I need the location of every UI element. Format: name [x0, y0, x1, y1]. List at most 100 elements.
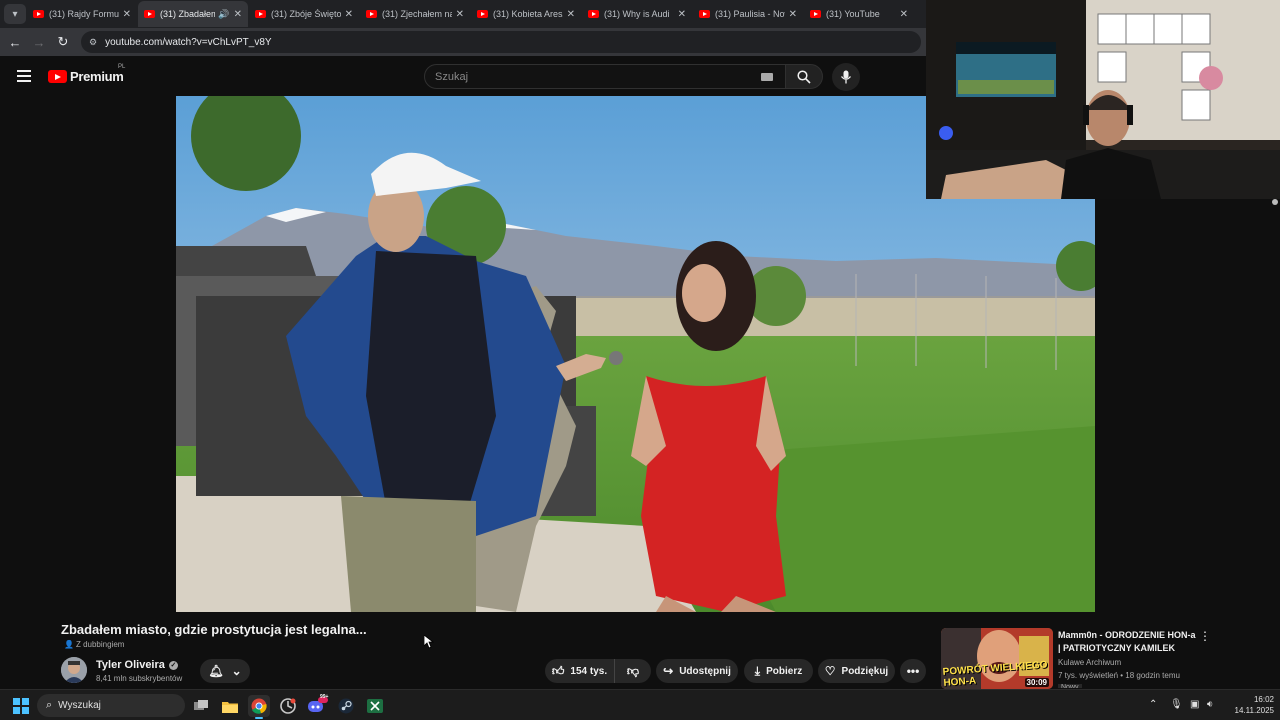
chevron-up-icon[interactable]: ⌃ [1149, 699, 1157, 710]
tab-title: (31) YouTube [826, 9, 880, 19]
youtube-favicon-icon [810, 10, 821, 18]
dubbing-badge: 👤 Z dubbingiem [64, 640, 124, 649]
menu-hamburger-icon[interactable] [17, 70, 31, 82]
speaker-icon[interactable]: 🔊 [218, 9, 229, 20]
network-display-icon[interactable]: ▣ [1190, 699, 1199, 710]
browser-tab[interactable]: (31) Kobieta Aresz ✕ [471, 1, 581, 27]
steam-icon[interactable] [335, 695, 357, 717]
volume-icon[interactable]: 🔉︎ [1207, 699, 1213, 710]
tab-search-chevron-down-icon[interactable]: ▾ [4, 4, 26, 24]
thumbs-up-icon: 👍︎ [551, 663, 565, 678]
microphone-icon [840, 70, 852, 84]
share-button[interactable]: ↪ Udostępnij [656, 659, 738, 683]
search-button[interactable] [785, 64, 823, 89]
thanks-button[interactable]: ♡ Podziękuj [818, 659, 895, 683]
system-clock[interactable]: 16:02 14.11.2025 [1226, 694, 1274, 716]
browser-tab[interactable]: (31) Rajdy Formuły ✕ [27, 1, 137, 27]
more-actions-button[interactable]: ••• [900, 659, 926, 683]
avatar-image [61, 657, 87, 683]
tab-close-icon[interactable]: ✕ [789, 9, 797, 20]
share-label: Udostępnij [679, 665, 731, 677]
youtube-favicon-icon [255, 10, 266, 18]
new-badge: Nowy [1058, 684, 1082, 688]
thumbs-down-icon: 👎︎ [626, 663, 640, 678]
site-info-icon[interactable]: ⚙ [89, 37, 97, 48]
chrome-icon[interactable] [248, 695, 270, 719]
heart-dollar-icon: ♡ [824, 664, 836, 678]
tab-close-icon[interactable]: ✕ [234, 9, 242, 20]
reload-icon[interactable]: ↻ [51, 34, 75, 50]
browser-tab[interactable]: (31) Zjechałem na ✕ [360, 1, 470, 27]
tab-close-icon[interactable]: ✕ [123, 9, 131, 20]
tab-close-icon[interactable]: ✕ [900, 9, 908, 20]
youtube-favicon-icon [699, 10, 710, 18]
notifications-button[interactable]: 🔔︎ ⌄ [200, 659, 250, 683]
youtube-favicon-icon [588, 10, 599, 18]
tab-title: (31) Paulisia - Now [715, 9, 785, 19]
search-icon [797, 69, 811, 84]
channel-name[interactable]: Tyler Oliveira ✓ [96, 659, 178, 671]
channel-name-text: Tyler Oliveira [96, 659, 165, 671]
verified-check-icon: ✓ [168, 660, 178, 670]
taskbar-search-input[interactable]: ⌕ Wyszukaj [37, 694, 185, 717]
video-title: Zbadałem miasto, gdzie prostytucja jest … [61, 622, 367, 637]
app-icon[interactable] [277, 695, 299, 717]
youtube-favicon-icon [366, 10, 377, 18]
more-horizontal-icon: ••• [906, 664, 920, 678]
thanks-label: Podziękuj [841, 665, 889, 677]
url-text: youtube.com/watch?v=vChLvPT_v8Y [105, 36, 272, 48]
like-dislike-group: 👍︎ 154 tys. 👎︎ [545, 659, 651, 683]
chevron-down-icon: ⌄ [231, 664, 242, 678]
tab-close-icon[interactable]: ✕ [456, 9, 464, 20]
scrollbar-thumb[interactable] [1272, 199, 1278, 205]
dislike-button[interactable]: 👎︎ [615, 664, 651, 679]
streamer-camera [926, 0, 1280, 199]
mouse-cursor-icon [424, 635, 434, 649]
url-input[interactable]: ⚙ youtube.com/watch?v=vChLvPT_v8Y [81, 31, 921, 53]
recommendation-meta: 7 tys. wyświetleń • 18 godzin temu [1058, 671, 1180, 680]
back-arrow-icon[interactable]: ← [3, 35, 27, 50]
subscriber-count: 8,41 mln subskrybentów [96, 674, 183, 683]
windows-start-icon[interactable] [13, 698, 29, 714]
browser-tab-active[interactable]: (31) Zbadałem 🔊 ✕ [138, 1, 248, 27]
video-duration: 30:09 [1024, 678, 1049, 687]
youtube-premium-logo[interactable]: Premium PL [48, 64, 125, 84]
recommendation-title[interactable]: Mamm0n - ODRODZENIE HON-a | PATRIOTYCZNY… [1058, 629, 1198, 655]
tab-title: (31) Zbadałem [160, 9, 216, 19]
dubbing-person-icon: 👤 [64, 640, 74, 649]
file-explorer-icon[interactable] [219, 695, 241, 717]
channel-avatar[interactable] [61, 657, 87, 683]
youtube-favicon-icon [477, 10, 488, 18]
search-input[interactable]: Szukaj [424, 64, 786, 89]
browser-tab[interactable]: (31) Paulisia - Now ✕ [693, 1, 803, 27]
discord-icon[interactable]: 99+ [306, 694, 328, 717]
task-view-icon[interactable] [190, 695, 212, 717]
voice-search-button[interactable] [832, 63, 860, 91]
recommendation-more-vertical-icon[interactable]: ⋮ [1199, 629, 1211, 643]
browser-tab[interactable]: (31) Zbóje Święto ✕ [249, 1, 359, 27]
youtube-favicon-icon [144, 10, 155, 18]
recommendation-channel[interactable]: Kulawe Archiwum [1058, 658, 1121, 667]
download-button[interactable]: ⤓ Pobierz [744, 659, 813, 683]
country-code: PL [118, 64, 126, 70]
share-arrow-icon: ↪ [663, 664, 674, 678]
recommendation-thumbnail[interactable]: POWRÓT WIELKIEGO HON-A 30:09 [941, 628, 1053, 689]
tab-title: (31) Why is Audi [604, 9, 670, 19]
microphone-tray-icon[interactable]: 🎙︎ [1170, 699, 1183, 710]
clock-date: 14.11.2025 [1234, 706, 1274, 715]
browser-tab[interactable]: (31) YouTube ✕ [804, 1, 914, 27]
tab-close-icon[interactable]: ✕ [678, 9, 686, 20]
webcam-overlay [926, 0, 1280, 199]
active-indicator [255, 717, 263, 719]
tab-close-icon[interactable]: ✕ [345, 9, 353, 20]
keyboard-icon[interactable] [761, 73, 773, 81]
forward-arrow-icon[interactable]: → [27, 35, 51, 50]
bell-icon: 🔔︎ [208, 664, 224, 678]
tab-title: (31) Zbóje Święto [271, 9, 341, 19]
tab-close-icon[interactable]: ✕ [567, 9, 575, 20]
clock-time: 16:02 [1253, 695, 1274, 704]
like-button[interactable]: 👍︎ 154 tys. [545, 659, 615, 683]
browser-tab[interactable]: (31) Why is Audi ✕ [582, 1, 692, 27]
excel-icon[interactable] [364, 695, 386, 717]
search-placeholder: Szukaj [435, 70, 469, 83]
